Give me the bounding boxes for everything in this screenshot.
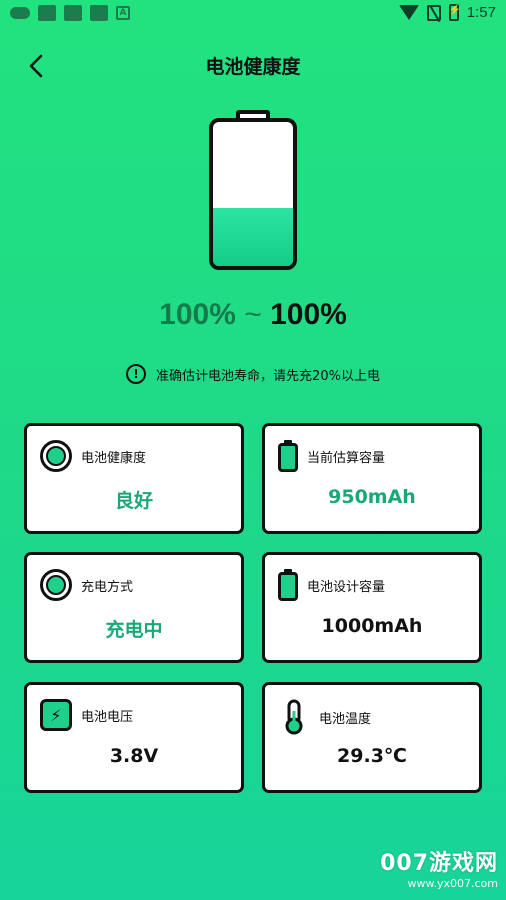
card-label: 电池温度 <box>319 711 372 727</box>
thermometer-icon <box>285 699 303 735</box>
card-value: 3.8V <box>109 745 159 767</box>
card-estimated-capacity: 当前估算容量 950mAh <box>262 423 482 534</box>
battery-icon <box>278 569 298 601</box>
wifi-icon <box>398 5 419 20</box>
page-title: 电池健康度 <box>205 56 301 78</box>
card-value: 1000mAh <box>321 615 423 637</box>
notice-text: 准确估计电池寿命，请先充20%以上电 <box>156 368 380 384</box>
exclamation-circle-icon: ! <box>126 364 147 384</box>
status-time: 1:57 <box>466 4 496 21</box>
watermark-url: www.yx007.com <box>407 877 498 890</box>
watermark: 007游戏网 www.yx007.com <box>380 845 498 890</box>
status-bar-system: 1:57 <box>398 4 496 21</box>
app-icon <box>64 5 82 21</box>
status-bar: A 1:57 <box>0 0 506 28</box>
card-temperature: 电池温度 29.3℃ <box>262 682 482 793</box>
charge-notice: ! 准确估计电池寿命，请先充20%以上电 <box>0 364 506 384</box>
health-ring-icon <box>40 440 72 472</box>
card-label: 电池设计容量 <box>307 579 386 595</box>
font-icon: A <box>116 6 130 20</box>
battery-fill-level <box>213 208 293 266</box>
status-bar-notifications: A <box>10 5 130 21</box>
watermark-logo: 007游戏网 <box>380 851 498 876</box>
app-icon <box>38 5 56 21</box>
card-value: 950mAh <box>328 486 416 508</box>
range-low: 100% <box>159 298 236 331</box>
card-charge-mode: 充电方式 充电中 <box>24 552 244 663</box>
card-battery-health: 电池健康度 良好 <box>24 423 244 534</box>
card-value: 29.3℃ <box>337 745 407 767</box>
no-sim-icon <box>426 4 441 21</box>
card-voltage: ⚡ 电池电压 3.8V <box>24 682 244 793</box>
card-label: 当前估算容量 <box>307 450 386 466</box>
battery-charging-icon <box>448 4 461 21</box>
card-label: 电池健康度 <box>81 450 147 466</box>
battery-icon <box>278 440 298 472</box>
game-icon <box>10 7 30 19</box>
charge-ring-icon <box>40 569 72 601</box>
image-icon <box>90 5 108 21</box>
card-value: 充电中 <box>105 619 163 641</box>
card-label: 充电方式 <box>81 579 134 595</box>
card-design-capacity: 电池设计容量 1000mAh <box>262 552 482 663</box>
card-value: 良好 <box>114 490 153 512</box>
card-label: 电池电压 <box>81 709 134 725</box>
voltage-icon: ⚡ <box>40 699 72 731</box>
range-separator: ~ <box>235 298 271 331</box>
range-high: 100% <box>270 298 347 331</box>
health-range: 100% ~ 100% <box>0 298 506 332</box>
battery-illustration <box>209 110 297 270</box>
battery-body <box>209 118 297 270</box>
